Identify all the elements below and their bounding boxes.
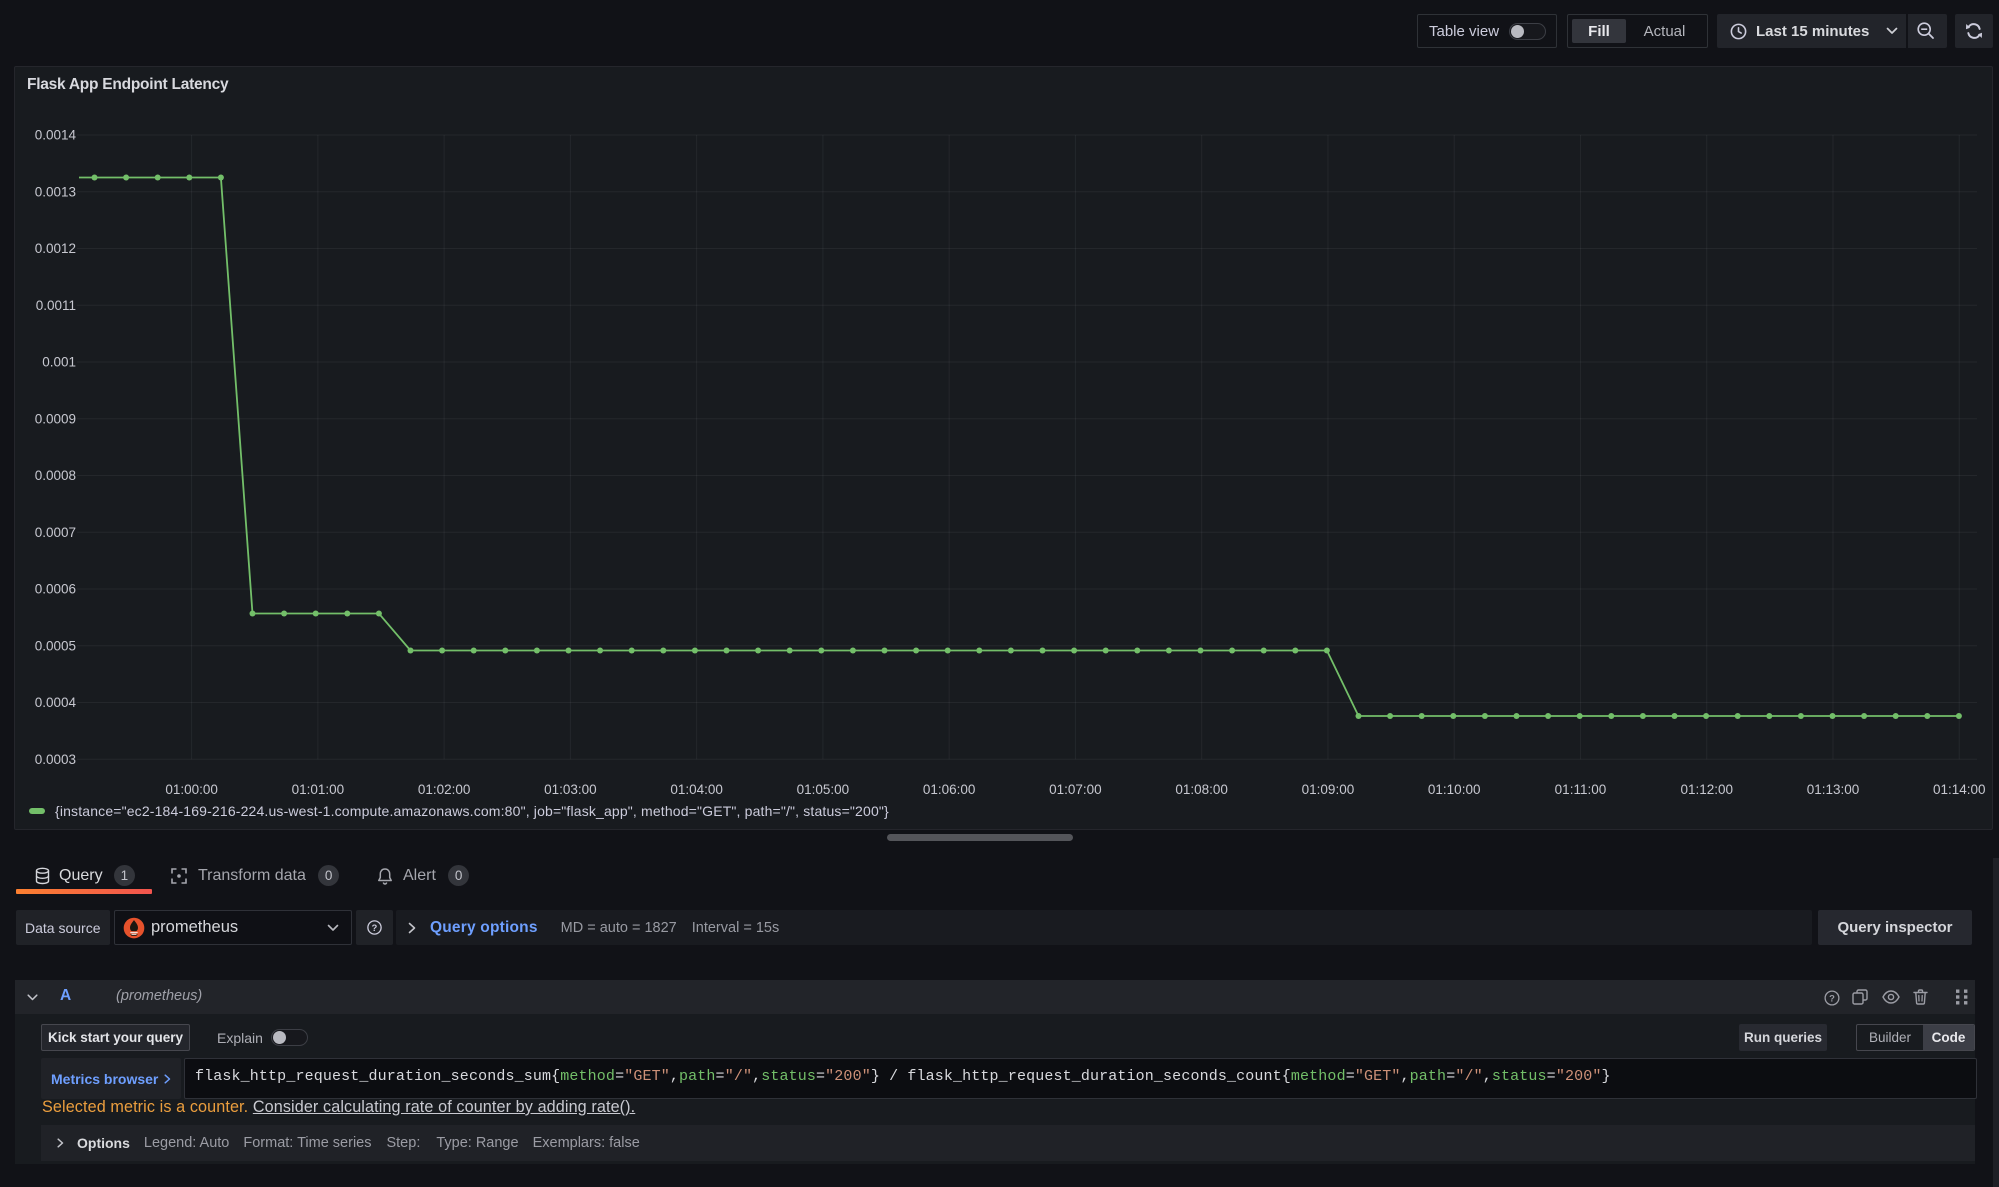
svg-text:01:02:00: 01:02:00 (418, 782, 471, 797)
svg-text:01:06:00: 01:06:00 (923, 782, 976, 797)
svg-text:0.0013: 0.0013 (35, 184, 76, 199)
svg-text:01:09:00: 01:09:00 (1302, 782, 1355, 797)
svg-text:01:13:00: 01:13:00 (1807, 782, 1860, 797)
svg-text:01:03:00: 01:03:00 (544, 782, 597, 797)
svg-text:01:07:00: 01:07:00 (1049, 782, 1102, 797)
svg-text:0.0003: 0.0003 (35, 752, 76, 767)
svg-text:01:05:00: 01:05:00 (797, 782, 850, 797)
svg-text:0.0008: 0.0008 (35, 468, 76, 483)
svg-text:0.0004: 0.0004 (35, 695, 77, 710)
svg-text:0.0014: 0.0014 (35, 128, 77, 143)
svg-text:0.001: 0.001 (42, 355, 76, 370)
svg-text:01:12:00: 01:12:00 (1680, 782, 1733, 797)
svg-text:0.0007: 0.0007 (35, 525, 76, 540)
svg-text:0.0009: 0.0009 (35, 411, 76, 426)
svg-text:0.0011: 0.0011 (36, 298, 76, 313)
svg-text:01:04:00: 01:04:00 (670, 782, 723, 797)
svg-text:01:14:00: 01:14:00 (1933, 782, 1986, 797)
svg-text:01:00:00: 01:00:00 (165, 782, 218, 797)
svg-text:?: ? (1829, 992, 1835, 1003)
svg-text:0.0005: 0.0005 (35, 638, 76, 653)
svg-text:01:01:00: 01:01:00 (292, 782, 345, 797)
svg-text:0.0012: 0.0012 (35, 241, 76, 256)
svg-text:01:11:00: 01:11:00 (1555, 782, 1607, 797)
svg-text:?: ? (372, 923, 378, 933)
svg-text:01:08:00: 01:08:00 (1175, 782, 1228, 797)
svg-text:01:10:00: 01:10:00 (1428, 782, 1481, 797)
svg-text:0.0006: 0.0006 (35, 582, 76, 597)
